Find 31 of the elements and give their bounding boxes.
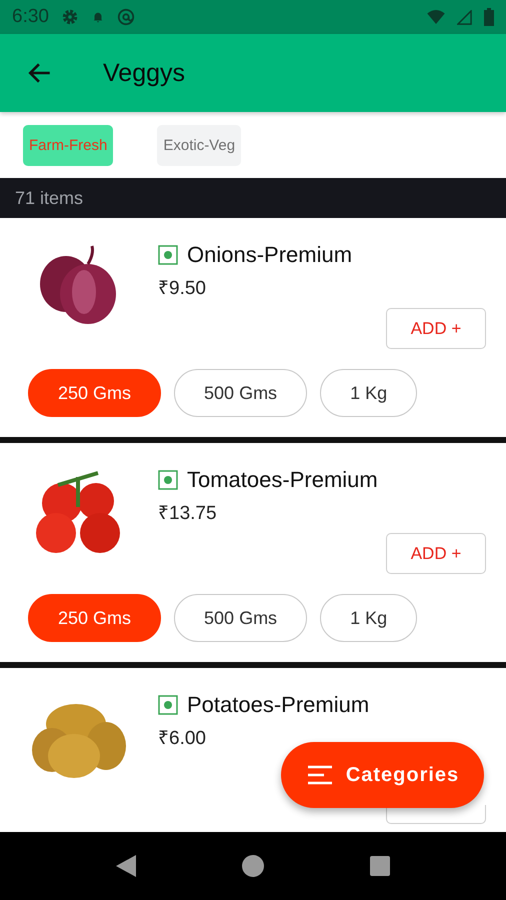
add-button[interactable]: ADD +	[386, 308, 486, 349]
product-price: ₹9.50	[158, 277, 207, 300]
size-option[interactable]: 250 Gms	[28, 369, 162, 417]
filter-tab[interactable]: Farm-Fresh	[23, 124, 114, 166]
size-option[interactable]: 250 Gms	[28, 594, 162, 642]
product-name: Onions-Premium	[187, 242, 352, 268]
gear-icon	[60, 8, 79, 26]
product-name: Potatoes-Premium	[187, 692, 370, 718]
size-option[interactable]: 500 Gms	[174, 594, 308, 642]
add-button[interactable]: ADD +	[386, 533, 486, 574]
signal-icon	[457, 10, 472, 24]
categories-button[interactable]: Categories	[281, 742, 484, 808]
size-option[interactable]: 500 Gms	[174, 369, 308, 417]
menu-icon	[306, 765, 334, 785]
product-price: ₹6.00	[158, 727, 207, 750]
product-price: ₹13.75	[158, 502, 218, 525]
status-time: 6:30	[12, 6, 49, 28]
veg-mark-icon	[158, 470, 178, 490]
wifi-icon	[427, 10, 445, 24]
veg-mark-icon	[158, 245, 178, 265]
filter-tab[interactable]: Exotic-Veg	[157, 124, 242, 166]
screen-title: Veggys	[103, 58, 186, 88]
battery-icon	[484, 8, 494, 26]
veg-mark-icon	[158, 695, 178, 715]
product-name: Tomatoes-Premium	[187, 467, 378, 493]
home-icon[interactable]	[242, 855, 264, 877]
size-option[interactable]: 1 Kg	[320, 369, 418, 417]
back-icon[interactable]	[116, 855, 136, 877]
at-circle-icon	[116, 8, 135, 26]
item-count: 71 items	[15, 188, 84, 208]
size-option[interactable]: 1 Kg	[320, 594, 418, 642]
